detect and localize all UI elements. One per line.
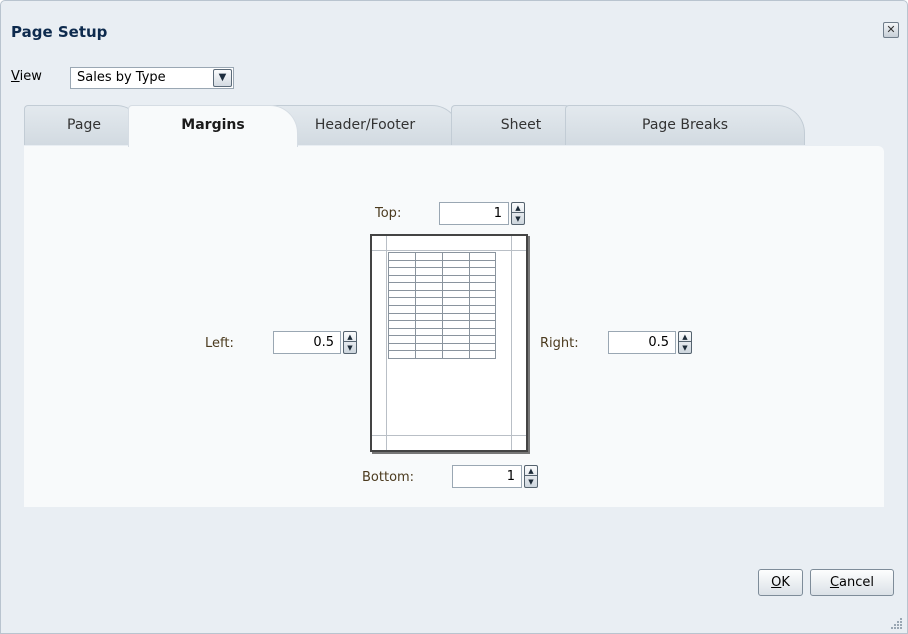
top-margin-spinner[interactable]: ▲ ▼ <box>511 202 525 225</box>
right-margin-input[interactable]: 0.5 <box>608 331 676 354</box>
bottom-margin-input[interactable]: 1 <box>452 465 522 488</box>
ok-mnemonic: O <box>771 575 782 590</box>
ok-button[interactable]: OK <box>758 569 803 596</box>
dialog-title: Page Setup <box>11 23 108 41</box>
bottom-margin-label: Bottom: <box>362 470 415 485</box>
grid-row-line <box>388 358 496 359</box>
spin-down-icon[interactable]: ▼ <box>344 343 356 353</box>
spin-down-icon[interactable]: ▼ <box>512 214 524 224</box>
tab-page[interactable]: Page <box>24 105 144 145</box>
page-setup-dialog: Page Setup ✕ View Sales by Type ▼ Page M… <box>0 0 908 634</box>
grid-col-line <box>415 252 416 358</box>
right-margin-label: Right: <box>540 336 579 351</box>
view-label-mnemonic: V <box>11 69 20 84</box>
spin-down-icon[interactable]: ▼ <box>679 343 691 353</box>
view-label: View <box>11 69 42 84</box>
resize-grip-icon[interactable] <box>891 617 903 629</box>
chevron-down-icon[interactable]: ▼ <box>213 69 232 87</box>
close-icon[interactable]: ✕ <box>883 22 899 38</box>
spin-up-icon[interactable]: ▲ <box>525 466 537 476</box>
tab-margins[interactable]: Margins <box>128 105 298 147</box>
left-margin-guide <box>386 236 387 450</box>
left-margin-label: Left: <box>205 336 234 351</box>
right-margin-guide <box>511 236 512 450</box>
sheet-grid-preview <box>388 252 496 359</box>
spin-up-icon[interactable]: ▲ <box>679 332 691 342</box>
spin-down-icon[interactable]: ▼ <box>525 477 537 487</box>
tab-strip: Page Margins Header/Footer Sheet Page Br… <box>24 105 884 147</box>
dialog-titlebar[interactable]: Page Setup ✕ <box>1 1 907 47</box>
grid-col-line <box>442 252 443 358</box>
bottom-margin-spinner[interactable]: ▲ ▼ <box>524 465 538 488</box>
grid-col-line <box>469 252 470 358</box>
tab-page-breaks[interactable]: Page Breaks <box>565 105 805 145</box>
page-preview-diagram <box>370 234 528 452</box>
grid-col-line <box>495 252 496 358</box>
cancel-button[interactable]: Cancel <box>810 569 894 596</box>
right-margin-spinner[interactable]: ▲ ▼ <box>678 331 692 354</box>
bottom-margin-guide <box>372 435 526 436</box>
tab-header-footer[interactable]: Header/Footer <box>270 105 460 145</box>
ok-label-rest: K <box>781 575 790 590</box>
view-select[interactable]: Sales by Type ▼ <box>70 67 234 89</box>
view-select-value: Sales by Type <box>77 70 166 85</box>
spin-up-icon[interactable]: ▲ <box>344 332 356 342</box>
left-margin-spinner[interactable]: ▲ ▼ <box>343 331 357 354</box>
top-margin-label: Top: <box>375 206 402 221</box>
cancel-mnemonic: C <box>829 575 840 590</box>
left-margin-input[interactable]: 0.5 <box>273 331 341 354</box>
view-label-rest: iew <box>19 69 42 84</box>
cancel-label-rest: ancel <box>839 575 875 590</box>
spin-up-icon[interactable]: ▲ <box>512 203 524 213</box>
top-margin-guide <box>372 250 526 251</box>
margins-panel: Top: 1 ▲ ▼ Left: 0.5 ▲ ▼ Right: 0.5 ▲ ▼ … <box>24 146 884 507</box>
top-margin-input[interactable]: 1 <box>439 202 509 225</box>
grid-col-line <box>388 252 389 358</box>
